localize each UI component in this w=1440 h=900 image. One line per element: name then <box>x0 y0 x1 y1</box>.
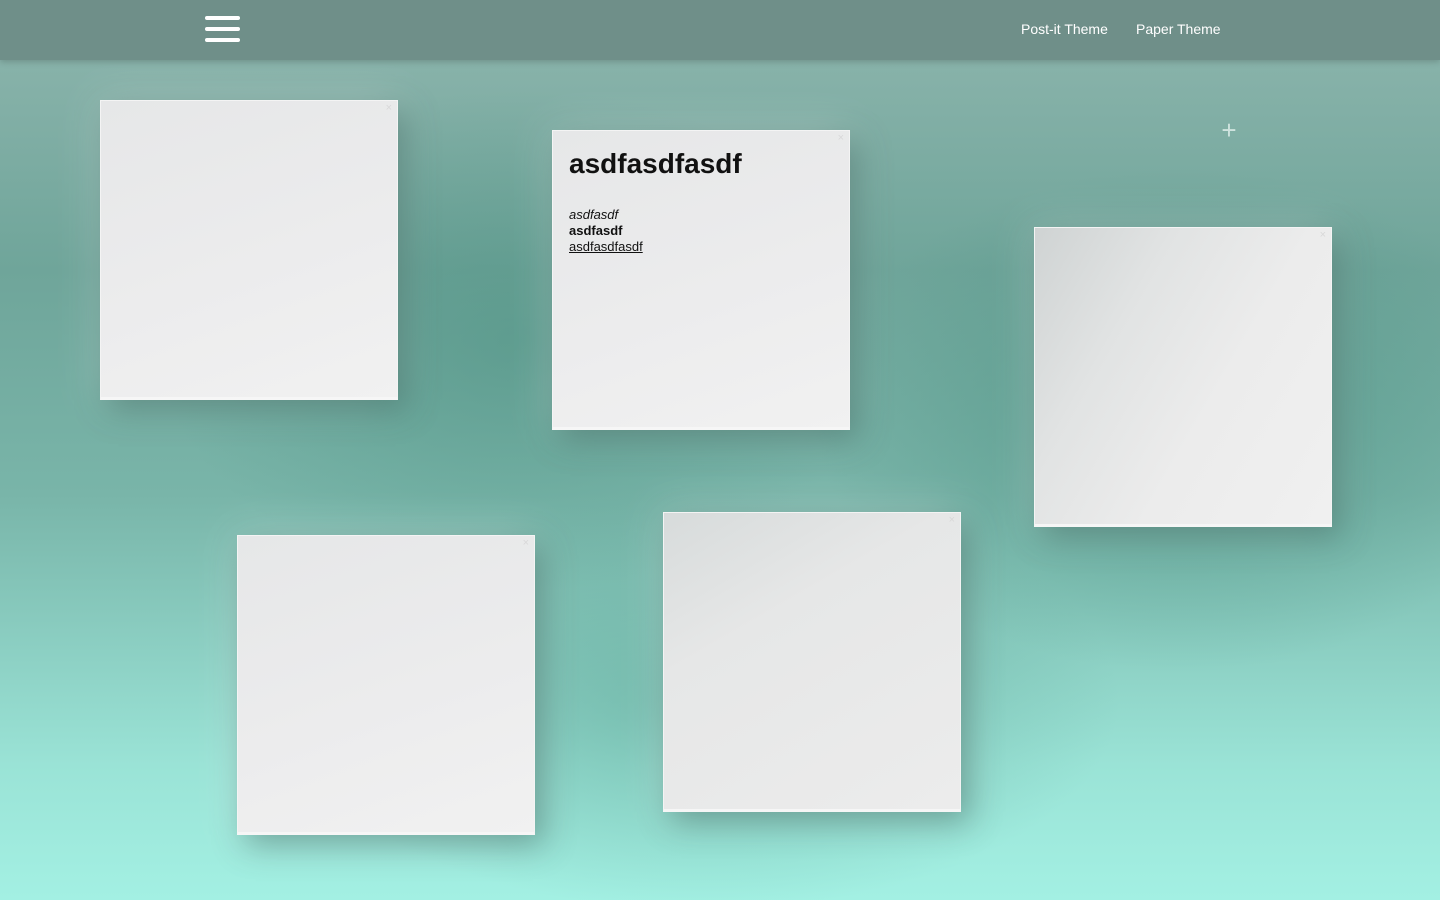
close-icon[interactable]: × <box>949 514 955 526</box>
sticky-note[interactable]: × <box>237 535 535 835</box>
plus-icon[interactable]: + <box>1218 116 1240 144</box>
menu-bar-line <box>205 27 240 31</box>
note-bold-text: asdfasdf <box>569 223 623 238</box>
note-link[interactable]: asdfasdfasdf <box>569 239 833 255</box>
note-title: asdfasdfasdf <box>569 148 742 179</box>
top-navbar: Post-it Theme Paper Theme <box>0 0 1440 60</box>
hamburger-menu-icon[interactable] <box>205 16 240 42</box>
close-icon[interactable]: × <box>838 132 844 144</box>
note-italic-text: asdfasdf <box>569 207 619 222</box>
close-icon[interactable]: × <box>523 537 529 549</box>
sticky-note[interactable]: × <box>100 100 398 400</box>
menu-bar-line <box>205 16 240 20</box>
close-icon[interactable]: × <box>1320 229 1326 241</box>
post-it-theme-link[interactable]: Post-it Theme <box>1021 21 1108 37</box>
note-content[interactable]: asdfasdfasdf asdfasdf asdfasdf asdfasdfa… <box>569 145 833 255</box>
sticky-note[interactable]: × asdfasdfasdf asdfasdf asdfasdf asdfasd… <box>552 130 850 430</box>
menu-bar-line <box>205 38 240 42</box>
sticky-note[interactable]: × <box>663 512 961 812</box>
close-icon[interactable]: × <box>386 102 392 114</box>
paper-theme-link[interactable]: Paper Theme <box>1136 21 1221 37</box>
sticky-note[interactable]: × <box>1034 227 1332 527</box>
